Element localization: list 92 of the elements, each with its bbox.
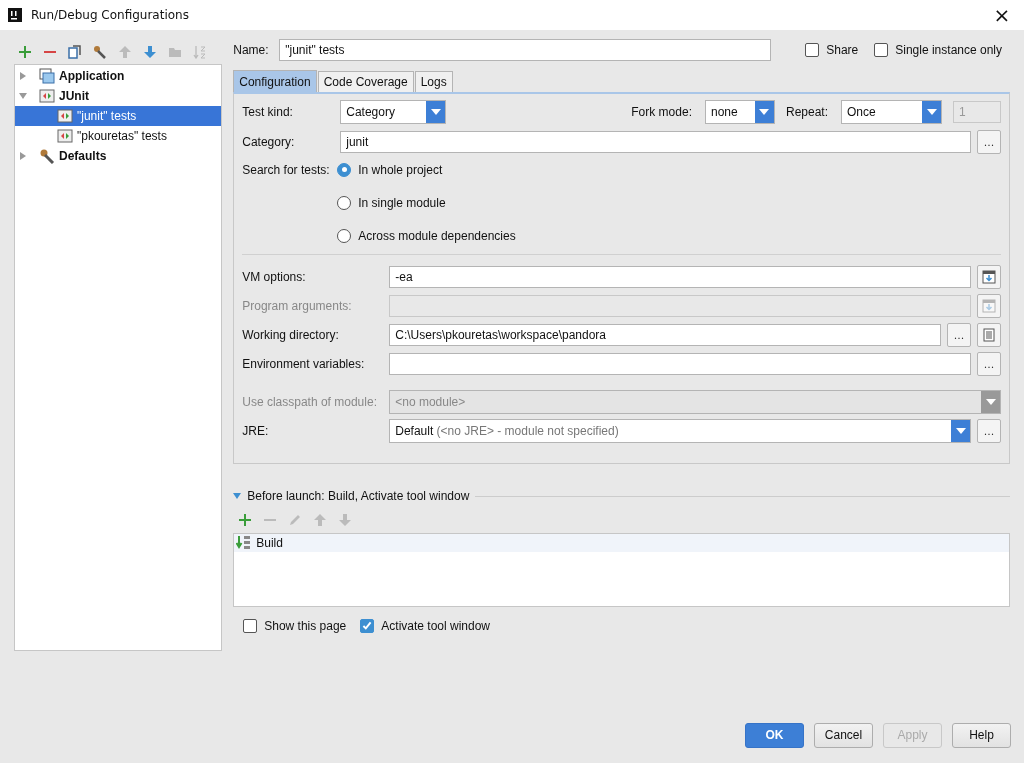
name-field[interactable]: "junit" tests <box>279 39 772 61</box>
expand-button[interactable] <box>977 265 1001 289</box>
browse-button[interactable]: ... <box>977 130 1001 154</box>
document-icon <box>982 328 996 342</box>
add-icon[interactable] <box>18 45 32 59</box>
window-icon <box>39 68 55 84</box>
down-arrow-icon[interactable] <box>143 45 157 59</box>
radio-button[interactable] <box>337 195 352 210</box>
collapse-arrow-icon[interactable] <box>233 493 242 499</box>
copy-icon[interactable] <box>68 45 82 59</box>
fork-mode-dropdown[interactable]: none <box>704 100 775 124</box>
pencil-icon[interactable] <box>288 513 303 527</box>
tab[interactable]: Configuration <box>233 70 317 92</box>
search-for-tests-label: Search for tests: <box>242 162 331 179</box>
window-title: Run/Debug Configurations <box>31 8 190 22</box>
tree-item-label: Application <box>59 69 125 83</box>
task-item[interactable]: Build <box>234 534 1009 552</box>
dialog-button[interactable]: Help <box>952 722 1011 748</box>
tree-item-label: "pkouretas" tests <box>77 129 167 143</box>
caret-icon <box>759 109 770 115</box>
wrench-icon[interactable] <box>93 45 107 59</box>
expand-arrow-icon[interactable] <box>19 72 27 80</box>
category-label: Category: <box>242 135 296 149</box>
tree-item-label: "junit" tests <box>77 109 137 123</box>
close-button[interactable]: × <box>980 0 1024 30</box>
wrench-icon <box>39 148 55 164</box>
caret-icon <box>926 109 937 115</box>
radio-label: In single module <box>358 195 446 210</box>
activate-tool-window-checkbox[interactable] <box>360 619 375 633</box>
caret-icon <box>955 428 966 434</box>
radio-label: In whole project <box>358 162 443 177</box>
folder-icon[interactable] <box>168 45 182 59</box>
text-field[interactable]: C:\Users\pkouretas\workspace\pandora <box>389 324 941 346</box>
radio-button[interactable] <box>337 228 352 243</box>
name-label: Name: <box>233 43 270 57</box>
radio-button[interactable] <box>337 162 352 177</box>
sort-icon[interactable] <box>193 45 207 59</box>
share-label: Share <box>826 43 859 57</box>
jre-label: JRE: <box>242 424 270 438</box>
test-icon <box>57 128 73 144</box>
test-icon <box>39 88 55 104</box>
section-title: Before launch: Build, Activate tool window <box>247 489 470 503</box>
tree-item[interactable]: "junit" tests <box>15 106 221 126</box>
dialog-button[interactable]: Cancel <box>814 722 873 748</box>
radio-label: Across module dependencies <box>358 228 516 243</box>
repeat-dropdown[interactable]: Once <box>841 100 942 124</box>
single-instance-label: Single instance only <box>895 43 1002 57</box>
field-label: VM options: <box>242 270 307 284</box>
up-arrow-icon[interactable] <box>313 513 328 527</box>
tree-item[interactable]: "pkouretas" tests <box>15 126 221 146</box>
test-kind-label: Test kind: <box>242 105 294 119</box>
classpath-label: Use classpath of module: <box>242 395 378 409</box>
test-kind-dropdown[interactable]: Category <box>340 100 447 124</box>
browse-button[interactable]: ... <box>977 352 1001 376</box>
fork-mode-label: Fork mode: <box>631 105 692 119</box>
field-label: Environment variables: <box>242 357 366 371</box>
caret-icon <box>430 109 441 115</box>
app-logo-icon <box>8 8 22 22</box>
expand-icon <box>982 270 996 284</box>
add-icon[interactable] <box>238 513 253 527</box>
tab[interactable]: Code Coverage <box>317 71 414 92</box>
expand-arrow-icon[interactable] <box>19 152 27 160</box>
tab[interactable]: Logs <box>414 71 453 92</box>
macro-button[interactable] <box>977 323 1001 347</box>
field-label: Working directory: <box>242 328 340 342</box>
share-checkbox[interactable] <box>805 43 820 57</box>
dialog-button[interactable]: OK <box>745 722 804 748</box>
repeat-label: Repeat: <box>785 105 828 119</box>
expand-arrow-icon[interactable] <box>19 92 27 100</box>
single-instance-checkbox[interactable] <box>874 43 889 57</box>
down-arrow-icon[interactable] <box>338 513 353 527</box>
build-icon <box>236 535 253 551</box>
tree-item[interactable]: Defaults <box>15 146 221 166</box>
tree-item[interactable]: Application <box>15 66 221 86</box>
up-arrow-icon[interactable] <box>118 45 132 59</box>
jre-dropdown[interactable]: Default (<no JRE> - module not specified) <box>389 419 971 443</box>
caret-icon <box>985 399 996 405</box>
expand-icon <box>982 299 996 313</box>
browse-button[interactable]: ... <box>947 323 971 347</box>
category-field[interactable]: junit <box>340 131 971 153</box>
browse-button[interactable]: ... <box>977 419 1001 443</box>
test-icon <box>57 108 73 124</box>
task-label: Build <box>256 536 283 550</box>
tree-item[interactable]: JUnit <box>15 86 221 106</box>
tree-item-label: Defaults <box>59 149 107 163</box>
text-field[interactable] <box>389 353 971 375</box>
field-label: Program arguments: <box>242 299 353 313</box>
activate-tool-window-label: Activate tool window <box>381 619 491 633</box>
show-page-checkbox[interactable] <box>243 619 258 633</box>
tree-item-label: JUnit <box>59 89 89 103</box>
show-page-label: Show this page <box>264 619 347 633</box>
text-field[interactable]: -ea <box>389 266 971 288</box>
